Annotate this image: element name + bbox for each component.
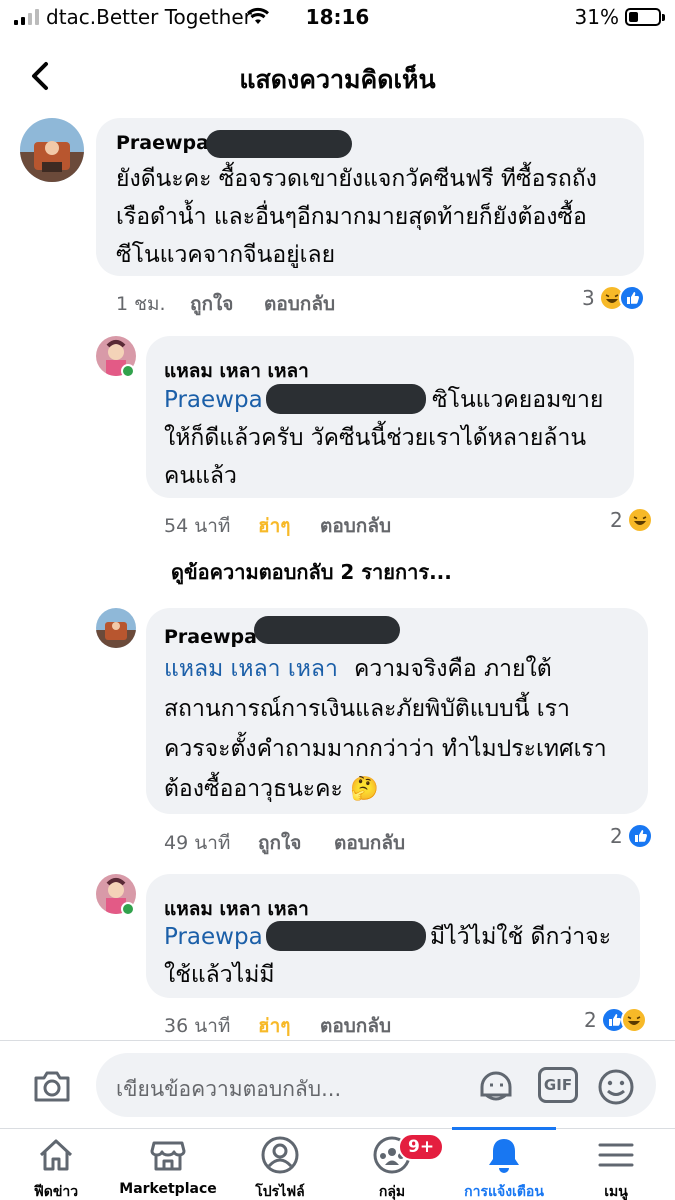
tab-notifications[interactable]: การแจ้งเตือน	[448, 1127, 560, 1200]
comment-text: เรือดำน้ำ และอื่นๆอีกมากมายสุดท้ายก็ยังต…	[116, 204, 587, 230]
avatar[interactable]	[20, 118, 84, 182]
tab-label: Marketplace	[119, 1181, 217, 1197]
reaction-count: 3	[582, 286, 595, 310]
home-icon	[39, 1139, 73, 1171]
reaction-count: 2	[584, 1008, 597, 1032]
mention-link[interactable]: แหลม เหลา เหลา	[164, 650, 338, 688]
bell-icon	[489, 1139, 519, 1173]
redaction-bar	[266, 921, 426, 951]
comment-text: มีไว้ไม่ใช้ ดีกว่าจะ	[430, 924, 612, 950]
comment-time: 36 นาที	[164, 1015, 231, 1037]
comment-text: ควรจะตั้งคำถามมากกว่าว่า ทำไมประเทศเรา	[164, 736, 607, 762]
camera-icon[interactable]	[32, 1068, 72, 1104]
avatar[interactable]	[96, 608, 136, 648]
reaction-summary[interactable]: 2	[610, 507, 653, 533]
tab-profile[interactable]: โปรไฟล์	[224, 1129, 336, 1200]
like-button[interactable]: ถูกใจ	[258, 828, 301, 858]
tab-label: โปรไฟล์	[255, 1184, 305, 1200]
redaction-bar	[254, 616, 400, 644]
active-tab-indicator	[452, 1127, 556, 1130]
reply-button[interactable]: ตอบกลับ	[264, 289, 335, 319]
gif-icon[interactable]: GIF	[538, 1067, 578, 1103]
page-title: แสดงความคิดเห็น	[239, 65, 436, 94]
comment-time: 54 นาที	[164, 515, 231, 537]
haha-reaction-icon	[620, 1007, 647, 1033]
like-button[interactable]: ถูกใจ	[190, 289, 233, 319]
reaction-count: 2	[610, 508, 623, 532]
reply-input-placeholder: เขียนข้อความตอบกลับ...	[116, 1077, 342, 1101]
reply-button[interactable]: ตอบกลับ	[334, 828, 405, 858]
redaction-bar	[266, 384, 426, 414]
view-more-replies-link[interactable]: ดูข้อความตอบกลับ 2 รายการ...	[171, 556, 452, 588]
menu-icon	[598, 1143, 634, 1167]
online-status-dot	[121, 902, 135, 916]
comment-time: 49 นาที	[164, 832, 231, 854]
comment-text: คนแล้ว	[164, 463, 237, 489]
comment-author[interactable]: Praewpai	[116, 132, 216, 154]
comment-text: สถานการณ์การเงินและภัยพิบัติแบบนี้ เรา	[164, 696, 570, 722]
header: แสดงความคิดเห็น	[0, 36, 675, 116]
reply-input[interactable]: เขียนข้อความตอบกลับ... GIF	[96, 1053, 656, 1117]
notification-badge: 9+	[398, 1133, 445, 1161]
comment-time: 1 ชม.	[116, 293, 166, 315]
emoji-icon[interactable]	[596, 1067, 636, 1107]
profile-icon	[261, 1136, 299, 1174]
reply-button[interactable]: ตอบกลับ	[320, 1011, 391, 1041]
tab-groups[interactable]: 9+ กลุ่ม	[336, 1129, 448, 1200]
mention-link[interactable]: Praewpa	[164, 918, 263, 956]
comment-text: ต้องซื้ออาวุธนะคะ 🤔	[164, 776, 379, 802]
haha-button[interactable]: ฮ่าๆ	[258, 511, 290, 541]
battery-percent: 31%	[574, 5, 619, 29]
battery-icon	[625, 8, 665, 26]
sticker-icon[interactable]	[476, 1067, 516, 1107]
mention-link[interactable]: Praewpa	[164, 381, 263, 419]
reaction-summary[interactable]: 3	[582, 285, 645, 311]
comment-text: ยังดีนะคะ ซื้อจรวดเขายังแจกวัคซีนฟรี ทีซ…	[116, 166, 597, 192]
comment-text: ซีโนแวคจากจีนอยู่เลย	[116, 242, 336, 268]
reaction-summary[interactable]: 2	[610, 823, 653, 849]
comment-text: ความจริงคือ ภายใต้	[354, 656, 552, 682]
redaction-bar	[206, 130, 352, 158]
tab-marketplace[interactable]: Marketplace	[112, 1129, 224, 1200]
like-reaction-icon	[626, 823, 653, 849]
comment-text: ให้ก็ดีแล้วครับ วัคซีนนี้ช่วยเราได้หลายล…	[164, 425, 587, 451]
comment-text: ซิโนแวคยอมขาย	[432, 387, 604, 413]
tab-news-feed[interactable]: ฟีดข่าว	[0, 1129, 112, 1200]
tab-label: กลุ่ม	[378, 1184, 406, 1200]
tab-label: ฟีดข่าว	[33, 1184, 79, 1200]
tab-label: เมนู	[604, 1184, 628, 1200]
reply-composer: เขียนข้อความตอบกลับ... GIF	[0, 1040, 675, 1128]
bottom-tab-bar: ฟีดข่าว Marketplace โปรไฟล์ 9+ กลุ่ม การ…	[0, 1127, 675, 1200]
reaction-summary[interactable]: 2	[584, 1007, 647, 1033]
comment-author[interactable]: Praewpa	[164, 626, 257, 648]
haha-button[interactable]: ฮ่าๆ	[258, 1011, 290, 1041]
tab-label: การแจ้งเตือน	[464, 1184, 544, 1200]
tab-menu[interactable]: เมนู	[560, 1129, 672, 1200]
status-bar: dtac.Better Together 18:16 31%	[0, 0, 675, 36]
reply-button[interactable]: ตอบกลับ	[320, 511, 391, 541]
comment-text: ใช้แล้วไม่มี	[164, 962, 275, 988]
haha-reaction-icon	[626, 507, 653, 533]
like-reaction-icon	[618, 285, 645, 311]
online-status-dot	[121, 364, 135, 378]
marketplace-icon	[150, 1141, 186, 1171]
reaction-count: 2	[610, 824, 623, 848]
